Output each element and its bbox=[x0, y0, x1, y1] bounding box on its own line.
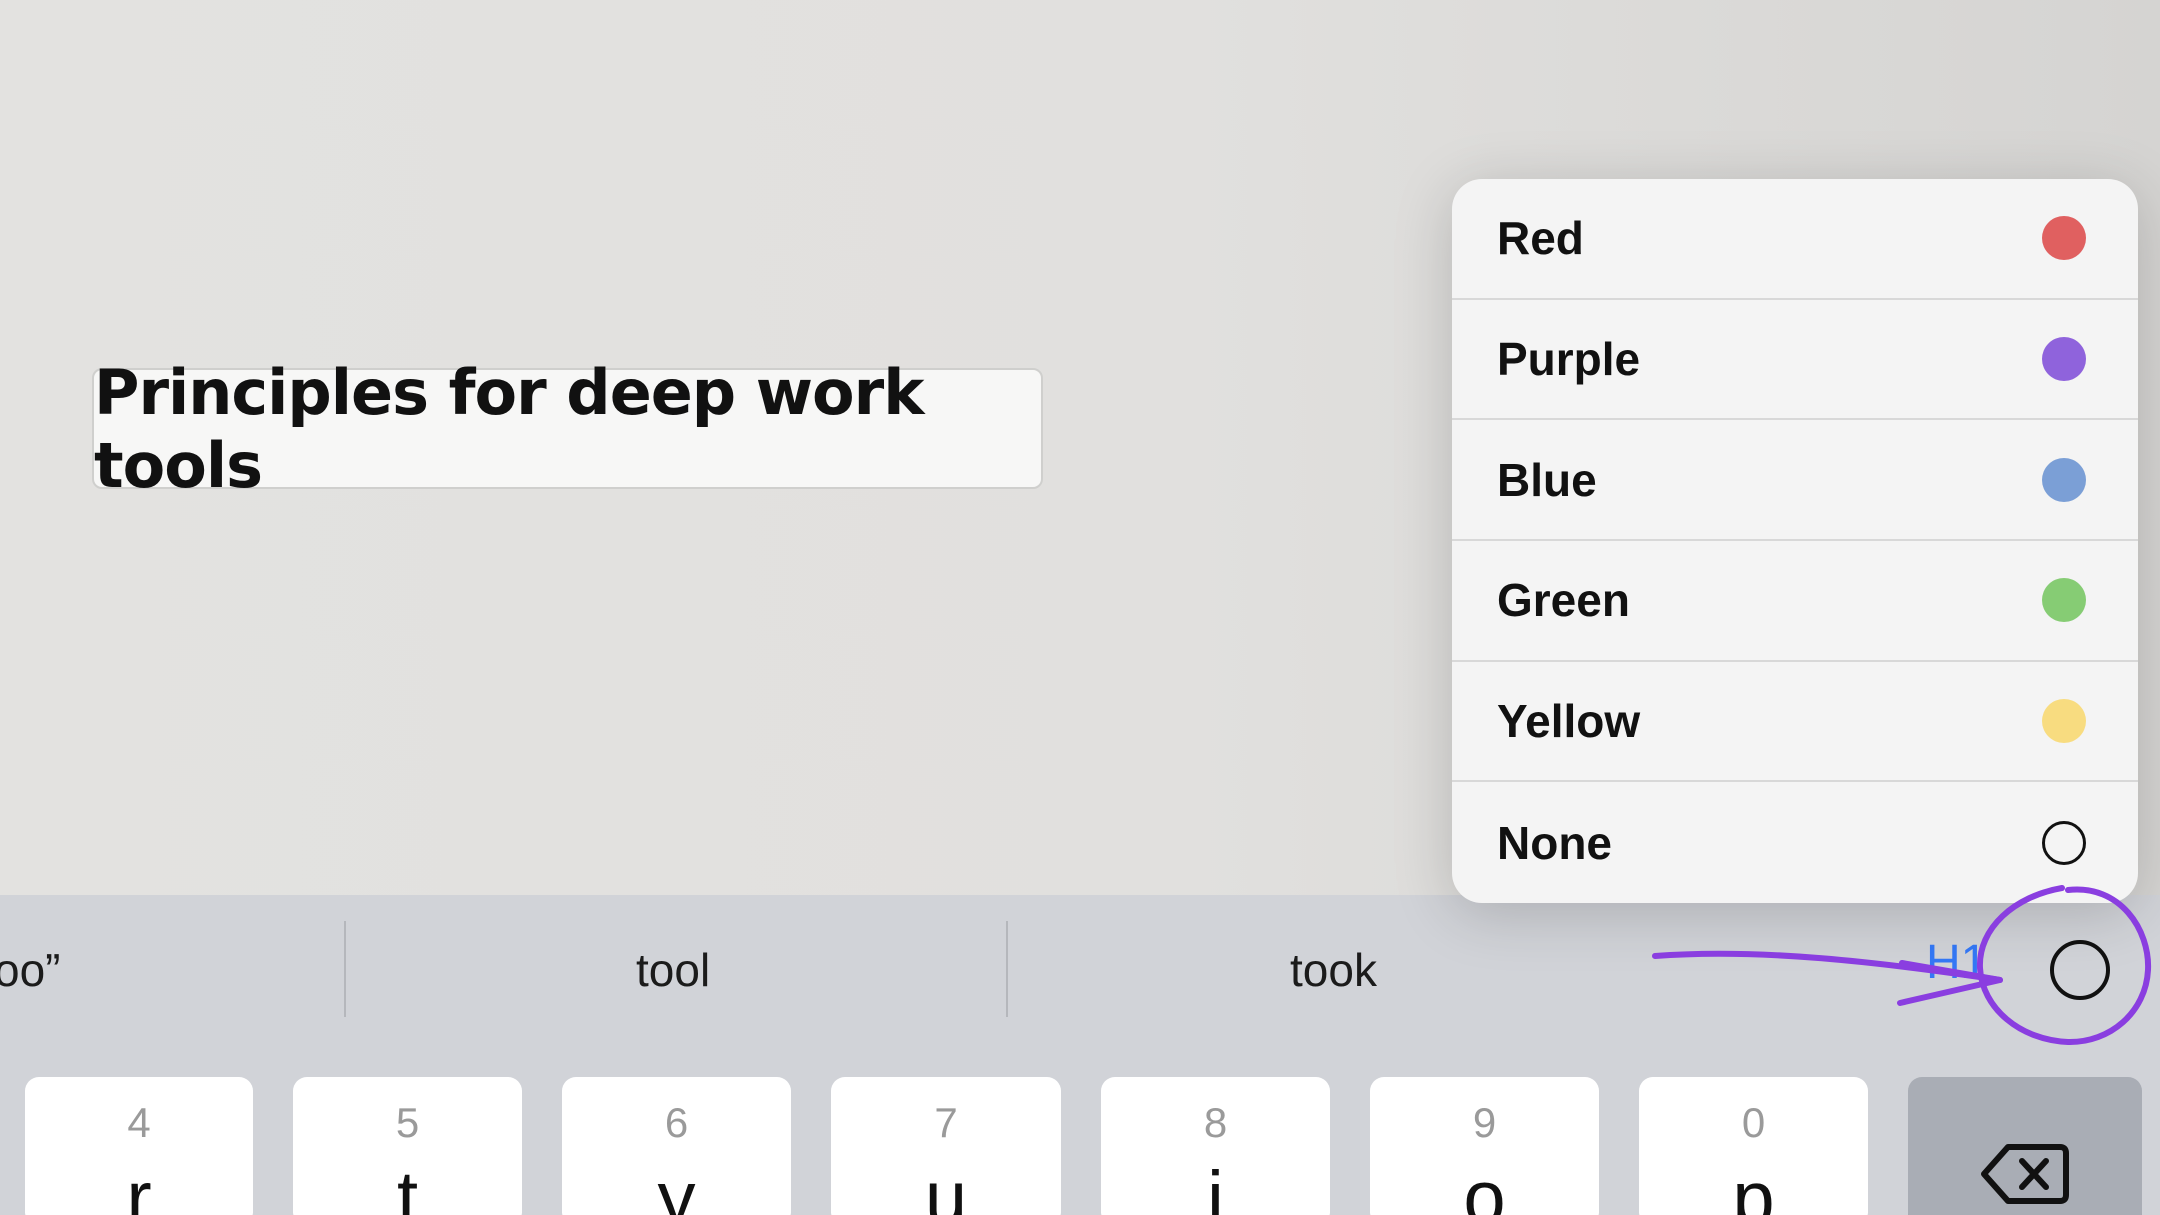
key-t[interactable]: 5 t bbox=[293, 1077, 522, 1215]
key-number: 0 bbox=[1741, 1099, 1766, 1146]
key-letter: y bbox=[657, 1156, 696, 1215]
blue-swatch-icon bbox=[2042, 457, 2086, 502]
suggestion-divider bbox=[1006, 921, 1008, 1017]
red-swatch-icon bbox=[2042, 216, 2086, 261]
color-menu: Red Purple Blue Green Yellow None bbox=[1452, 179, 2138, 903]
color-option-none[interactable]: None bbox=[1452, 782, 2138, 903]
document-title: Principles for deep work tools bbox=[94, 355, 924, 502]
color-option-yellow[interactable]: Yellow bbox=[1452, 662, 2138, 783]
key-r[interactable]: 4 r bbox=[25, 1077, 253, 1215]
empty-circle-icon bbox=[2042, 820, 2086, 865]
suggestion-item[interactable]: took bbox=[1290, 895, 1377, 1045]
delete-key[interactable] bbox=[1908, 1077, 2142, 1215]
suggestion-divider bbox=[344, 921, 346, 1017]
document-title-card[interactable]: Principles for deep work tools bbox=[92, 356, 1043, 502]
key-i[interactable]: 8 i bbox=[1101, 1077, 1330, 1215]
color-circle-button[interactable] bbox=[2050, 940, 2110, 1000]
color-option-label: Yellow bbox=[1497, 695, 1641, 748]
suggestion-item[interactable]: oo” bbox=[0, 895, 60, 1045]
key-o[interactable]: 9 o bbox=[1370, 1077, 1599, 1215]
suggestion-item[interactable]: tool bbox=[636, 895, 710, 1045]
color-option-red[interactable]: Red bbox=[1452, 179, 2138, 300]
key-y[interactable]: 6 y bbox=[562, 1077, 791, 1215]
key-letter: i bbox=[1207, 1156, 1224, 1215]
color-option-label: Purple bbox=[1497, 333, 1641, 386]
key-number: 4 bbox=[127, 1099, 151, 1146]
color-option-green[interactable]: Green bbox=[1452, 541, 2138, 662]
key-number: 9 bbox=[1472, 1099, 1497, 1146]
color-option-label: None bbox=[1497, 816, 1612, 869]
color-option-purple[interactable]: Purple bbox=[1452, 300, 2138, 421]
color-option-label: Blue bbox=[1497, 453, 1597, 506]
key-number: 6 bbox=[664, 1099, 689, 1146]
yellow-swatch-icon bbox=[2042, 699, 2086, 744]
key-p[interactable]: 0 p bbox=[1639, 1077, 1868, 1215]
color-option-label: Red bbox=[1497, 212, 1584, 265]
key-number: 7 bbox=[934, 1099, 958, 1146]
key-u[interactable]: 7 u bbox=[831, 1077, 1061, 1215]
color-option-blue[interactable]: Blue bbox=[1452, 420, 2138, 542]
key-letter: u bbox=[924, 1156, 968, 1215]
color-option-label: Green bbox=[1497, 574, 1630, 627]
key-number: 5 bbox=[395, 1099, 420, 1146]
heading-h1-button[interactable]: H1 bbox=[1926, 935, 1987, 990]
purple-swatch-icon bbox=[2042, 337, 2086, 382]
green-swatch-icon bbox=[2042, 578, 2086, 623]
key-letter: p bbox=[1732, 1156, 1775, 1215]
delete-backspace-icon bbox=[1981, 1144, 2069, 1204]
key-number: 8 bbox=[1203, 1099, 1228, 1146]
key-letter: t bbox=[396, 1156, 419, 1215]
suggestion-bar: oo” tool took H1 bbox=[0, 895, 2160, 1045]
key-letter: o bbox=[1463, 1156, 1506, 1215]
key-letter: r bbox=[126, 1156, 152, 1215]
